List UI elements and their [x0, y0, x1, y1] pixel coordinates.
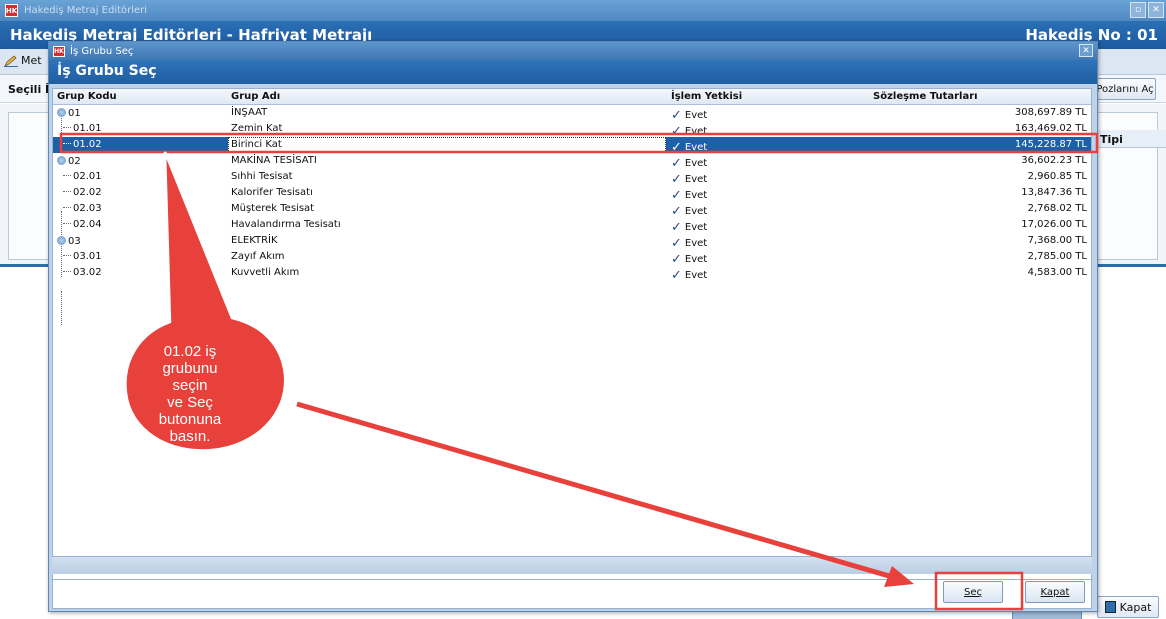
sec-button[interactable]: Seç [943, 581, 1003, 603]
group-auth: ✓ Evet [671, 204, 708, 219]
dialog-logo-icon: HK [53, 45, 65, 57]
group-amount: 4,583.00 TL [1027, 267, 1087, 278]
group-auth: ✓ Evet [671, 188, 708, 203]
table-row[interactable]: 02.01 Sıhhi Tesisat ✓ Evet 2,960.85 TL [53, 169, 1091, 187]
group-auth: ✓ Evet [671, 236, 708, 251]
group-code: 03.01 [63, 251, 102, 262]
group-amount: 163,469.02 TL [1014, 123, 1087, 134]
grid-header: Grup Kodu Grup Adı İşlem Yetkisi Sözleşm… [53, 89, 1091, 105]
table-row-selected[interactable]: 01.02 Birinci Kat ✓ Evet 145,228.87 TL [53, 137, 1091, 155]
callout-line: grubunu seçin [162, 360, 218, 394]
exit-door-icon [1104, 601, 1116, 613]
dialog-button-bar [52, 579, 1092, 609]
app-titlebar: HK Hakediş Metraj Editörleri ▫ ✕ [0, 0, 1166, 21]
dialog-header: İş Grubu Seç [49, 60, 1097, 84]
metraj-tool-label: Met [21, 54, 42, 67]
callout-line: butonuna [158, 411, 222, 428]
open-pozlar-button[interactable]: Pozlarını Aç [1094, 78, 1156, 100]
table-row[interactable]: 02.03 Müşterek Tesisat ✓ Evet 2,768.02 TL [53, 201, 1091, 219]
group-name: MAKİNA TESİSATI [231, 155, 317, 166]
group-name: İNŞAAT [231, 107, 268, 118]
group-amount: 308,697.89 TL [1014, 107, 1087, 118]
group-code: 02 [57, 155, 81, 167]
table-row[interactable]: 02.02 Kalorifer Tesisatı ✓ Evet 13,847.36… [53, 185, 1091, 203]
group-code: 03 [57, 235, 81, 247]
group-name: Zemin Kat [231, 123, 283, 134]
close-icon[interactable]: ✕ [1148, 2, 1164, 18]
group-auth: ✓ Evet [671, 268, 708, 283]
group-auth: ✓ Evet [671, 220, 708, 235]
group-auth: ✓ Evet [671, 156, 708, 171]
callout-line: basın. [169, 428, 211, 445]
app-window-buttons: ▫ ✕ [1130, 2, 1164, 18]
callout-line: 01.02 iş [163, 343, 217, 360]
group-code: 02.03 [63, 203, 102, 214]
group-code: 01 [57, 107, 81, 119]
column-header-name[interactable]: Grup Adı [231, 91, 280, 102]
table-row[interactable]: 03.01 Zayıf Akım ✓ Evet 2,785.00 TL [53, 249, 1091, 267]
group-name: Zayıf Akım [231, 251, 285, 262]
group-name: Müşterek Tesisat [231, 203, 315, 214]
group-code: 02.01 [63, 171, 102, 182]
column-header-code[interactable]: Grup Kodu [57, 91, 117, 102]
column-header-amount[interactable]: Sözleşme Tutarları [873, 91, 978, 102]
group-name: Kalorifer Tesisatı [231, 187, 313, 198]
group-name: Kuvvetli Akım [231, 267, 300, 278]
group-name: Sıhhi Tesisat [231, 171, 293, 182]
table-row[interactable]: 03.02 Kuvvetli Akım ✓ Evet 4,583.00 TL [53, 265, 1091, 283]
pencil-icon [4, 55, 18, 67]
check-icon: ✓ [671, 268, 682, 283]
group-name: Birinci Kat [228, 137, 666, 153]
group-amount: 13,847.36 TL [1021, 187, 1087, 198]
dialog-titlebar: HK İş Grubu Seç ✕ [49, 42, 1097, 60]
tree-expand-icon[interactable] [57, 156, 66, 165]
tree-expand-icon[interactable] [57, 108, 66, 117]
kapat-button[interactable]: Kapat [1025, 581, 1085, 603]
app-window-title: Hakediş Metraj Editörleri [24, 5, 148, 16]
group-amount: 2,785.00 TL [1027, 251, 1087, 262]
metraj-tool[interactable]: Met [4, 54, 42, 67]
group-name: Havalandırma Tesisatı [231, 219, 341, 230]
table-row[interactable]: 01 İNŞAAT ✓ Evet 308,697.89 TL [53, 105, 1091, 123]
dialog-window-title: İş Grubu Seç [70, 45, 134, 57]
is-grubu-sec-dialog: HK İş Grubu Seç ✕ İş Grubu Seç Grup Kodu… [48, 41, 1098, 612]
restore-icon[interactable]: ▫ [1130, 2, 1146, 18]
table-row[interactable]: 03 ELEKTRİK ✓ Evet 7,368.00 TL [53, 233, 1091, 251]
group-auth: ✓ Evet [671, 252, 708, 267]
tree-expand-icon[interactable] [57, 236, 66, 245]
group-amount: 145,228.87 TL [1014, 139, 1087, 150]
group-auth: ✓ Evet [671, 124, 708, 139]
selected-item-label: Seçili İ [8, 83, 50, 96]
group-code: 02.04 [63, 219, 102, 230]
callout-line: ve Seç [167, 394, 213, 411]
app-logo-icon: HK [5, 4, 18, 17]
column-header-auth[interactable]: İşlem Yetkisi [671, 91, 742, 102]
app-close-button[interactable]: Kapat [1097, 596, 1159, 618]
group-code: 01.02 [63, 139, 102, 150]
group-code: 01.01 [63, 123, 102, 134]
group-amount: 7,368.00 TL [1027, 235, 1087, 246]
table-row[interactable]: 02 MAKİNA TESİSATI ✓ Evet 36,602.23 TL [53, 153, 1091, 171]
table-row[interactable]: 01.01 Zemin Kat ✓ Evet 163,469.02 TL [53, 121, 1091, 139]
table-row[interactable]: 02.04 Havalandırma Tesisatı ✓ Evet 17,026… [53, 217, 1091, 235]
group-auth: ✓ Evet [671, 172, 708, 187]
dialog-close-icon[interactable]: ✕ [1079, 44, 1093, 57]
group-auth: ✓ Evet [671, 140, 708, 155]
group-name: ELEKTRİK [231, 235, 278, 246]
group-amount: 2,960.85 TL [1027, 171, 1087, 182]
tree-guide [61, 291, 62, 325]
group-auth: ✓ Evet [671, 108, 708, 123]
group-amount: 36,602.23 TL [1021, 155, 1087, 166]
tipi-column-header: Tipi [1094, 130, 1166, 148]
group-code: 03.02 [63, 267, 102, 278]
group-code: 02.02 [63, 187, 102, 198]
group-amount: 2,768.02 TL [1027, 203, 1087, 214]
callout-text: 01.02 iş grubunu seçin ve Seç butonuna b… [145, 343, 235, 445]
grid-footer [52, 556, 1092, 574]
work-group-grid: Grup Kodu Grup Adı İşlem Yetkisi Sözleşm… [52, 88, 1092, 580]
group-amount: 17,026.00 TL [1021, 219, 1087, 230]
app-close-label: Kapat [1119, 600, 1152, 614]
